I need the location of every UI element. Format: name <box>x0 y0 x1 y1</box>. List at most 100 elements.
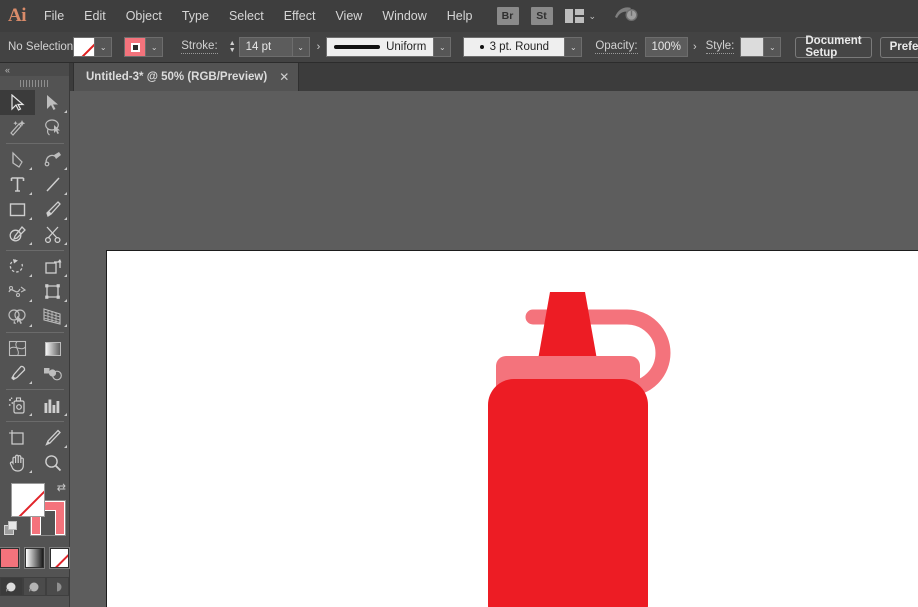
stroke-swatch[interactable] <box>124 37 146 57</box>
fill-swatch-large[interactable] <box>11 483 45 517</box>
selection-tool[interactable] <box>0 90 35 115</box>
menu-select[interactable]: Select <box>219 0 274 32</box>
stroke-profile-value[interactable]: Uniform <box>326 37 434 57</box>
magic-wand-tool[interactable] <box>0 115 35 140</box>
perspective-grid-tool[interactable] <box>35 304 70 329</box>
bar-chart-icon <box>43 398 62 414</box>
eraser-scissors-tool[interactable] <box>35 222 70 247</box>
stroke-control[interactable]: ⌄ <box>124 37 163 57</box>
gradient-icon <box>44 341 62 357</box>
curvature-pen-icon <box>44 151 62 168</box>
symbol-sprayer-tool[interactable] <box>0 393 35 418</box>
document-tab[interactable]: Untitled-3* @ 50% (RGB/Preview) ✕ <box>73 63 299 91</box>
menu-object[interactable]: Object <box>116 0 172 32</box>
menu-help[interactable]: Help <box>437 0 483 32</box>
none-swatch-button[interactable] <box>50 548 69 568</box>
collapse-tools-button[interactable]: « <box>0 63 69 76</box>
stroke-weight-label[interactable]: Stroke: <box>181 40 217 54</box>
pen-tool[interactable] <box>0 147 35 172</box>
rotate-icon <box>9 258 27 275</box>
tools-divider <box>6 389 64 390</box>
opacity-label[interactable]: Opacity: <box>595 40 637 54</box>
menu-file[interactable]: File <box>34 0 74 32</box>
preferences-button[interactable]: Preferences <box>880 37 918 58</box>
line-segment-tool[interactable] <box>35 172 70 197</box>
close-icon[interactable]: ✕ <box>279 71 289 83</box>
slice-knife-icon <box>44 429 61 446</box>
eyedropper-tool[interactable] <box>0 361 35 386</box>
free-transform-tool[interactable] <box>35 279 70 304</box>
menu-edit[interactable]: Edit <box>74 0 116 32</box>
canvas-area[interactable] <box>70 91 918 607</box>
swap-fill-stroke-icon[interactable]: ⇄ <box>57 481 66 494</box>
tools-divider <box>6 143 64 144</box>
opacity-value[interactable]: 100% <box>645 37 688 57</box>
rectangle-icon <box>9 202 26 218</box>
paintbrush-tool[interactable] <box>35 197 70 222</box>
direct-selection-arrow-icon <box>45 94 60 111</box>
graphic-style-swatch[interactable] <box>740 37 764 57</box>
stroke-dropdown-button[interactable]: ⌄ <box>146 37 163 57</box>
menu-type[interactable]: Type <box>172 0 219 32</box>
hand-tool[interactable] <box>0 450 35 475</box>
stroke-options-arrow[interactable]: › <box>317 41 321 53</box>
column-graph-tool[interactable] <box>35 393 70 418</box>
graphic-style-control[interactable]: ⌄ <box>740 37 781 57</box>
draw-inside-mode-button[interactable] <box>46 577 69 596</box>
menu-effect[interactable]: Effect <box>274 0 326 32</box>
arrange-documents-button[interactable]: ⌄ <box>565 9 597 23</box>
mesh-tool[interactable] <box>0 336 35 361</box>
rotate-tool[interactable] <box>0 254 35 279</box>
shaper-pencil-icon <box>9 226 27 243</box>
magnifier-icon <box>44 454 62 472</box>
menu-window[interactable]: Window <box>372 0 436 32</box>
stroke-profile-dropdown[interactable]: ⌄ <box>434 37 451 57</box>
blend-tool[interactable] <box>35 361 70 386</box>
selection-arrow-icon <box>10 94 25 111</box>
fill-control[interactable]: ⌄ <box>73 37 112 57</box>
magic-wand-icon <box>9 119 27 136</box>
curvature-tool[interactable] <box>35 147 70 172</box>
draw-behind-mode-button[interactable] <box>23 577 46 596</box>
ketchup-bottle-artwork[interactable] <box>107 251 918 607</box>
brush-definition-control[interactable]: 3 pt. Round ⌄ <box>463 37 582 57</box>
shape-builder-tool[interactable] <box>0 304 35 329</box>
brush-definition-value[interactable]: 3 pt. Round <box>463 37 565 57</box>
gradient-swatch-button[interactable] <box>25 548 44 568</box>
menu-view[interactable]: View <box>325 0 372 32</box>
stroke-weight-stepper[interactable]: ▲▼ <box>226 37 239 57</box>
zoom-tool[interactable] <box>35 450 70 475</box>
document-tab-bar: Untitled-3* @ 50% (RGB/Preview) ✕ <box>0 63 918 91</box>
style-label[interactable]: Style: <box>706 40 735 54</box>
color-swatch-button[interactable] <box>0 548 19 568</box>
width-warp-tool[interactable] <box>0 279 35 304</box>
stroke-weight-control[interactable]: ▲▼ 14 pt ⌄ <box>226 37 310 57</box>
brush-definition-dropdown[interactable]: ⌄ <box>565 37 582 57</box>
default-fill-stroke-icon[interactable] <box>4 521 19 536</box>
gradient-tool[interactable] <box>35 336 70 361</box>
fill-dropdown-button[interactable]: ⌄ <box>95 37 112 57</box>
graphic-style-dropdown[interactable]: ⌄ <box>764 37 781 57</box>
fill-stroke-widget[interactable]: ⇄ <box>0 479 70 541</box>
line-icon <box>45 176 61 193</box>
rectangle-tool[interactable] <box>0 197 35 222</box>
direct-selection-tool[interactable] <box>35 90 70 115</box>
opacity-options-arrow[interactable]: › <box>688 41 702 53</box>
adobe-stock-button[interactable]: St <box>531 7 553 25</box>
stroke-weight-value[interactable]: 14 pt <box>239 37 293 57</box>
stroke-profile-control[interactable]: Uniform ⌄ <box>326 37 451 57</box>
tools-panel-grip[interactable] <box>0 76 69 90</box>
slice-tool[interactable] <box>35 425 70 450</box>
bridge-button[interactable]: Br <box>497 7 519 25</box>
document-setup-button[interactable]: Document Setup <box>795 37 871 58</box>
scale-tool[interactable] <box>35 254 70 279</box>
type-tool[interactable] <box>0 172 35 197</box>
fill-swatch[interactable] <box>73 37 95 57</box>
lasso-tool[interactable] <box>35 115 70 140</box>
stroke-weight-dropdown[interactable]: ⌄ <box>293 37 310 57</box>
shaper-pencil-tool[interactable] <box>0 222 35 247</box>
creative-cloud-sync-icon[interactable] <box>614 5 638 27</box>
draw-normal-mode-button[interactable] <box>0 577 23 596</box>
artboard-tool[interactable] <box>0 425 35 450</box>
artboard[interactable] <box>106 250 918 607</box>
